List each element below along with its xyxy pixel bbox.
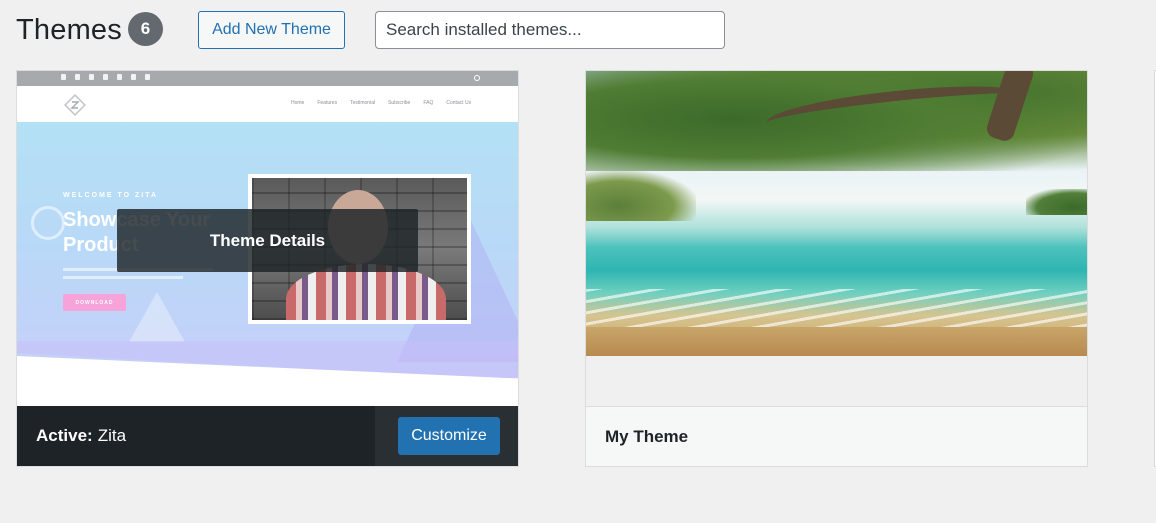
theme-screenshot-zita[interactable]: Home Features Testimonial Subscribe FAQ …	[17, 71, 518, 406]
preview-menu-item: Home	[291, 100, 305, 106]
preview-menu-item: Features	[317, 100, 338, 106]
preview-welcome-text: WELCOME TO ZITA	[63, 192, 159, 199]
theme-card-zita[interactable]: Home Features Testimonial Subscribe FAQ …	[16, 70, 519, 467]
preview-menu: Home Features Testimonial Subscribe FAQ …	[291, 100, 471, 106]
active-label: Active:	[36, 426, 93, 445]
theme-card-my-theme[interactable]: My Theme	[585, 70, 1088, 467]
page-header: Themes	[16, 11, 122, 49]
facebook-icon	[61, 74, 66, 80]
active-theme-name: Active: Zita	[17, 406, 375, 466]
instagram-icon	[131, 74, 136, 80]
customize-button[interactable]: Customize	[398, 417, 500, 455]
zita-logo-icon	[64, 94, 86, 116]
search-themes-input[interactable]	[375, 11, 725, 49]
youtube-icon	[145, 74, 150, 80]
google-plus-icon	[75, 74, 80, 80]
pinterest-icon	[103, 74, 108, 80]
theme-name: My Theme	[586, 406, 1087, 466]
theme-details-overlay[interactable]: Theme Details	[117, 209, 418, 272]
theme-name: Zita	[97, 426, 127, 445]
preview-menu-item: Subscribe	[388, 100, 411, 106]
preview-nav: Home Features Testimonial Subscribe FAQ …	[17, 86, 518, 122]
add-new-theme-button[interactable]: Add New Theme	[198, 11, 345, 49]
decorative-circle	[31, 206, 65, 240]
theme-actions: Customize	[375, 406, 518, 466]
twitter-icon	[117, 74, 122, 80]
decorative-triangle	[129, 292, 185, 342]
preview-menu-item: FAQ	[423, 100, 434, 106]
preview-topbar	[17, 71, 518, 86]
linkedin-icon	[89, 74, 94, 80]
theme-count-badge: 6	[128, 12, 163, 46]
preview-social-icons	[61, 74, 150, 80]
preview-menu-item: Contact Us	[446, 100, 472, 106]
preview-menu-item: Testimonial	[350, 100, 376, 106]
theme-screenshot-my-theme[interactable]	[586, 71, 1087, 406]
page-title: Themes	[16, 13, 122, 46]
preview-search-icon	[474, 75, 480, 81]
active-theme-bar: Active: Zita Customize	[17, 406, 518, 466]
preview-download-button: DOWNLOAD	[63, 294, 126, 311]
beach-image	[586, 71, 1087, 357]
